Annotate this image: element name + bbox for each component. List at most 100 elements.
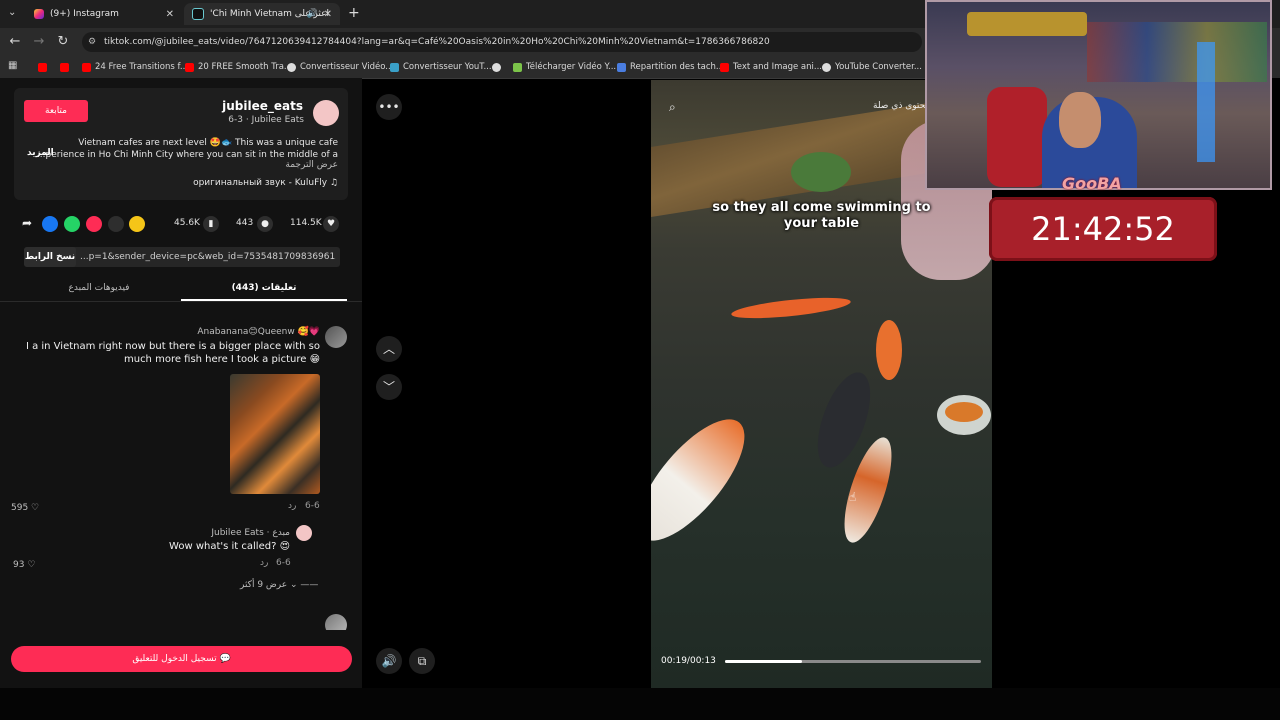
comment-like-count[interactable]: 595 ♡ (11, 503, 39, 513)
more-link[interactable]: المزيد (27, 148, 54, 158)
globe-icon (287, 62, 296, 72)
tab-tiktok[interactable]: 'Chi Minh Vietnam اعثر على 🔊 ✕ (184, 3, 340, 25)
tab-creator-videos[interactable]: فيديوهات المبدع (16, 283, 182, 293)
youtube-icon (82, 62, 91, 72)
share-link-text[interactable]: ...p=1&sender_device=pc&web_id=753548170… (80, 247, 336, 267)
webcam-streamer-head (1059, 92, 1101, 148)
reply-link[interactable]: رد (288, 501, 296, 511)
bookmark-item[interactable]: Convertisseur Vidéo... (287, 60, 393, 74)
comment-text: Wow what's it called? 😍 (169, 541, 290, 552)
download-icon (513, 62, 522, 72)
bookmark-item[interactable]: 20 FREE Smooth Tra... (185, 60, 292, 74)
streamer-name-banner: GooBA (1062, 174, 1122, 193)
video-search-icon[interactable]: ⌕ (669, 100, 676, 115)
youtube-icon (720, 62, 729, 72)
creator-avatar[interactable] (296, 525, 312, 541)
comments-scroll-fade (0, 630, 362, 640)
bookmark-item[interactable]: Repartition des tach... (617, 60, 724, 74)
food-bowl-food (945, 402, 983, 422)
description-line-1: Vietnam cafes are next level 🤩🐟 This was… (78, 138, 338, 148)
tab-comments[interactable]: (443) تعليقات (181, 283, 347, 293)
bookmark-item[interactable]: 24 Free Transitions f... (82, 60, 188, 74)
bookmark-item[interactable]: Text and Image ani... (720, 60, 822, 74)
webcam-gaming-chair (987, 87, 1047, 187)
translate-link[interactable]: عرض الترجمة (285, 160, 338, 170)
share-link-box: نسخ الرابط ...p=1&sender_device=pc&web_i… (24, 247, 340, 267)
next-video-button[interactable]: ﹀ (376, 374, 402, 400)
timer-text: 21:42:52 (1031, 210, 1175, 248)
site-info-icon[interactable]: ⚙ (88, 32, 96, 52)
video-progress-bar[interactable] (725, 660, 981, 663)
author-avatar[interactable] (313, 100, 339, 126)
video-progress-fill (725, 660, 802, 663)
stream-timer: 21:42:52 (989, 197, 1217, 261)
tab-instagram[interactable]: (9+) Instagram ✕ (26, 3, 182, 25)
username[interactable]: jubilee_eats (222, 99, 303, 113)
apps-grid-icon[interactable]: ▦ (8, 60, 17, 71)
previous-video-button[interactable]: ︿ (376, 336, 402, 362)
comment-count: 443 (236, 218, 254, 228)
bookmark-label: Convertisseur YouT... (403, 62, 492, 72)
comment-date: 6-6 (276, 558, 291, 568)
comment-avatar[interactable] (325, 326, 347, 348)
picture-in-picture-button[interactable]: ⧉ (409, 648, 435, 674)
youtube-icon (60, 62, 69, 72)
comment-photo-koi[interactable] (230, 374, 320, 494)
bookmark-item[interactable]: Télécharger Vidéo Y... (513, 60, 616, 74)
post-date-author: 6-3 · Jubilee Eats (228, 115, 304, 125)
video-plant (791, 152, 851, 192)
back-icon[interactable]: ← (6, 33, 24, 51)
bookmark-item[interactable]: YouTube Converter... (822, 60, 922, 74)
comment-icon[interactable]: ● (257, 216, 273, 232)
heart-icon[interactable]: ♥ (323, 216, 339, 232)
bookmark-item[interactable]: Convertisseur YouT... (390, 60, 492, 74)
instagram-icon (34, 9, 44, 19)
docs-icon (617, 62, 626, 72)
share-arrow-icon[interactable]: ➦ (22, 216, 32, 230)
save-count: 45.6K (174, 218, 200, 228)
forward-icon[interactable]: → (30, 33, 48, 51)
tiktok-icon (192, 8, 204, 20)
bookmark-youtube-2[interactable] (60, 60, 73, 74)
login-to-comment-button[interactable]: تسجيل الدخول للتعليق 💬 (11, 646, 352, 672)
whatsapp-icon[interactable] (64, 216, 80, 232)
video-caption: so they all come swimming to your table (651, 200, 992, 232)
follow-button[interactable]: متابعة (24, 100, 88, 122)
comment-like-count[interactable]: 93 ♡ (13, 560, 35, 570)
more-options-button[interactable]: ••• (376, 94, 402, 120)
koi-fish (730, 293, 852, 323)
repost-icon[interactable] (86, 216, 102, 232)
related-content-hint[interactable]: محتوى ذي صلة (873, 101, 930, 111)
bookmark-icon[interactable]: ▮ (203, 216, 219, 232)
close-tab-icon[interactable]: ✕ (324, 9, 332, 20)
bookmark-label: Télécharger Vidéo Y... (526, 62, 617, 72)
webcam-neon-light (1197, 42, 1215, 162)
bookmark-globe[interactable] (492, 60, 505, 74)
url-text: tiktok.com/@jubilee_eats/video/764712063… (104, 37, 770, 47)
close-tab-icon[interactable]: ✕ (166, 9, 174, 20)
converter-icon (390, 62, 399, 72)
reply-link[interactable]: رد (260, 558, 268, 568)
comment-author[interactable]: Anabanana😊Queenw 🥰💗 (197, 327, 320, 337)
new-tab-button[interactable]: + (348, 5, 360, 21)
reload-icon[interactable]: ↻ (54, 33, 72, 51)
emoji-icon[interactable] (129, 216, 145, 232)
speaker-icon[interactable]: 🔊 (307, 9, 318, 19)
url-field[interactable]: ⚙ tiktok.com/@jubilee_eats/video/7647120… (82, 32, 922, 52)
view-more-replies[interactable]: عرض 9 أكثر ⌄ —— (240, 580, 318, 590)
volume-button[interactable]: 🔊 (376, 648, 402, 674)
copy-link-button[interactable]: نسخ الرابط (24, 247, 76, 267)
bookmark-label: Convertisseur Vidéo... (300, 62, 394, 72)
sound-link[interactable]: оригинальный звук - KuluFly ♫ (193, 178, 338, 188)
bottom-black-bar (0, 688, 1280, 720)
caption-line-1: so they all come swimming to (712, 200, 931, 215)
facebook-icon[interactable] (42, 216, 58, 232)
post-details-panel: متابعة jubilee_eats 6-3 · Jubilee Eats V… (0, 78, 362, 688)
bookmark-label: YouTube Converter... (835, 62, 922, 72)
video-time: 00:19/00:13 (661, 656, 716, 666)
embed-icon[interactable] (108, 216, 124, 232)
tab-list-chevron-icon[interactable]: ⌄ (8, 7, 16, 18)
bookmark-youtube-1[interactable] (38, 60, 51, 74)
comment-author[interactable]: Jubilee Eats · مبدع (211, 528, 290, 538)
koi-fish (876, 320, 902, 380)
